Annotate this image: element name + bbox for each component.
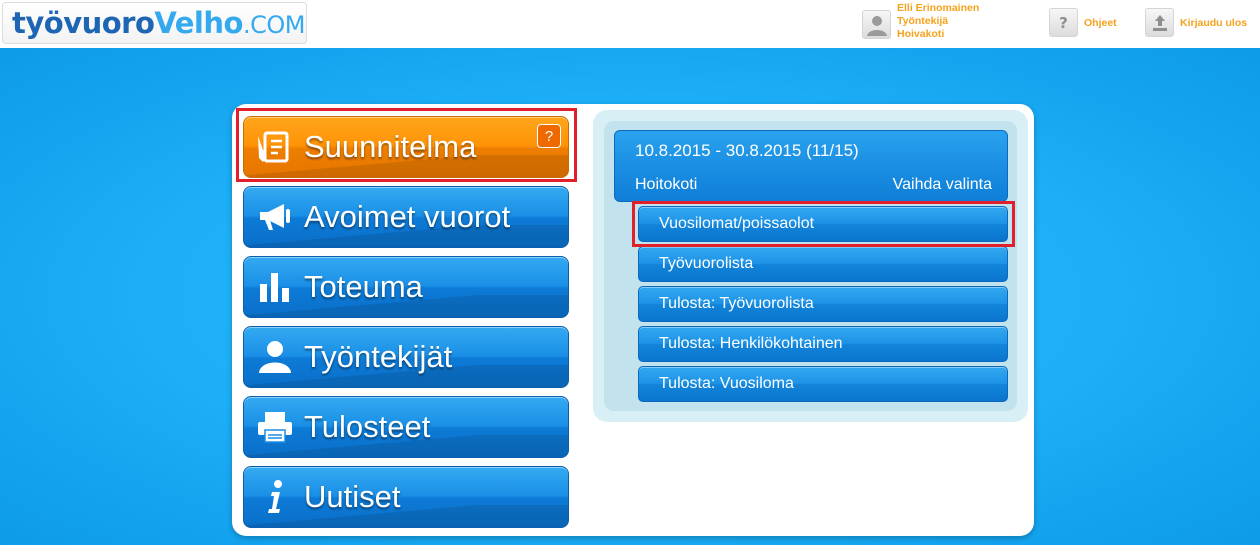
menu-tyontekijat[interactable]: Työntekijät	[243, 326, 569, 388]
period-unit: Hoitokoti	[635, 176, 698, 193]
logo-part-3: .COM	[242, 11, 305, 39]
person-icon	[254, 336, 296, 378]
user-name: Elli Erinomainen	[897, 2, 980, 14]
bar-chart-icon	[254, 266, 296, 308]
menu-tulosteet[interactable]: Tulosteet	[243, 396, 569, 458]
submenu-tulosta-henkilokohtainen[interactable]: Tulosta: Henkilökohtainen	[638, 326, 1008, 362]
menu-label-toteuma: Toteuma	[304, 269, 423, 304]
user-unit: Hoivakoti	[897, 28, 945, 40]
logout-label: Kirjaudu ulos	[1180, 16, 1248, 29]
menu-label-tyontekijat: Työntekijät	[304, 339, 453, 374]
logo-part-1: työvuoro	[12, 6, 155, 40]
site-logo[interactable]: työvuoro Velho .COM	[2, 2, 307, 44]
user-role: Työntekijä	[897, 15, 949, 27]
plan-document-icon	[254, 126, 296, 168]
change-selection-link[interactable]: Vaihda valinta	[893, 176, 992, 194]
megaphone-icon	[254, 196, 296, 238]
info-icon	[254, 476, 296, 518]
user-avatar-icon	[862, 10, 891, 39]
submenu-tulosta-vuosiloma[interactable]: Tulosta: Vuosiloma	[638, 366, 1008, 402]
period-range: 10.8.2015 - 30.8.2015 (11/15)	[635, 141, 859, 160]
question-icon: ?	[1049, 8, 1078, 37]
menu-label-avoimet-vuorot: Avoimet vuorot	[304, 199, 511, 234]
menu-label-suunnitelma: Suunnitelma	[304, 129, 477, 164]
logout-upload-icon	[1145, 8, 1174, 37]
period-selector: 10.8.2015 - 30.8.2015 (11/15) Hoitokoti …	[614, 130, 1008, 202]
logout-link[interactable]: Kirjaudu ulos	[1145, 8, 1247, 37]
submenu-tulosta-tyovuorolista[interactable]: Tulosta: Työvuorolista	[638, 286, 1008, 322]
help-link[interactable]: ? Ohjeet	[1049, 8, 1117, 37]
menu-help-badge[interactable]: ?	[537, 124, 561, 148]
submenu-vuosilomat[interactable]: Vuosilomat/poissaolot	[638, 206, 1008, 242]
printer-icon	[254, 406, 296, 448]
submenu-tyovuorolista[interactable]: Työvuorolista	[638, 246, 1008, 282]
menu-uutiset[interactable]: Uutiset	[243, 466, 569, 528]
menu-avoimet-vuorot[interactable]: Avoimet vuorot	[243, 186, 569, 248]
user-info[interactable]: Elli Erinomainen Työntekijä Hoivakoti	[862, 2, 979, 41]
menu-suunnitelma[interactable]: Suunnitelma ?	[243, 116, 569, 178]
menu-label-uutiset: Uutiset	[304, 479, 401, 514]
help-label: Ohjeet	[1084, 16, 1117, 29]
menu-label-tulosteet: Tulosteet	[304, 409, 431, 444]
top-bar: työvuoro Velho .COM Elli Erinomainen Työnt…	[0, 0, 1260, 48]
logo-part-2: Velho	[154, 6, 243, 40]
menu-toteuma[interactable]: Toteuma	[243, 256, 569, 318]
